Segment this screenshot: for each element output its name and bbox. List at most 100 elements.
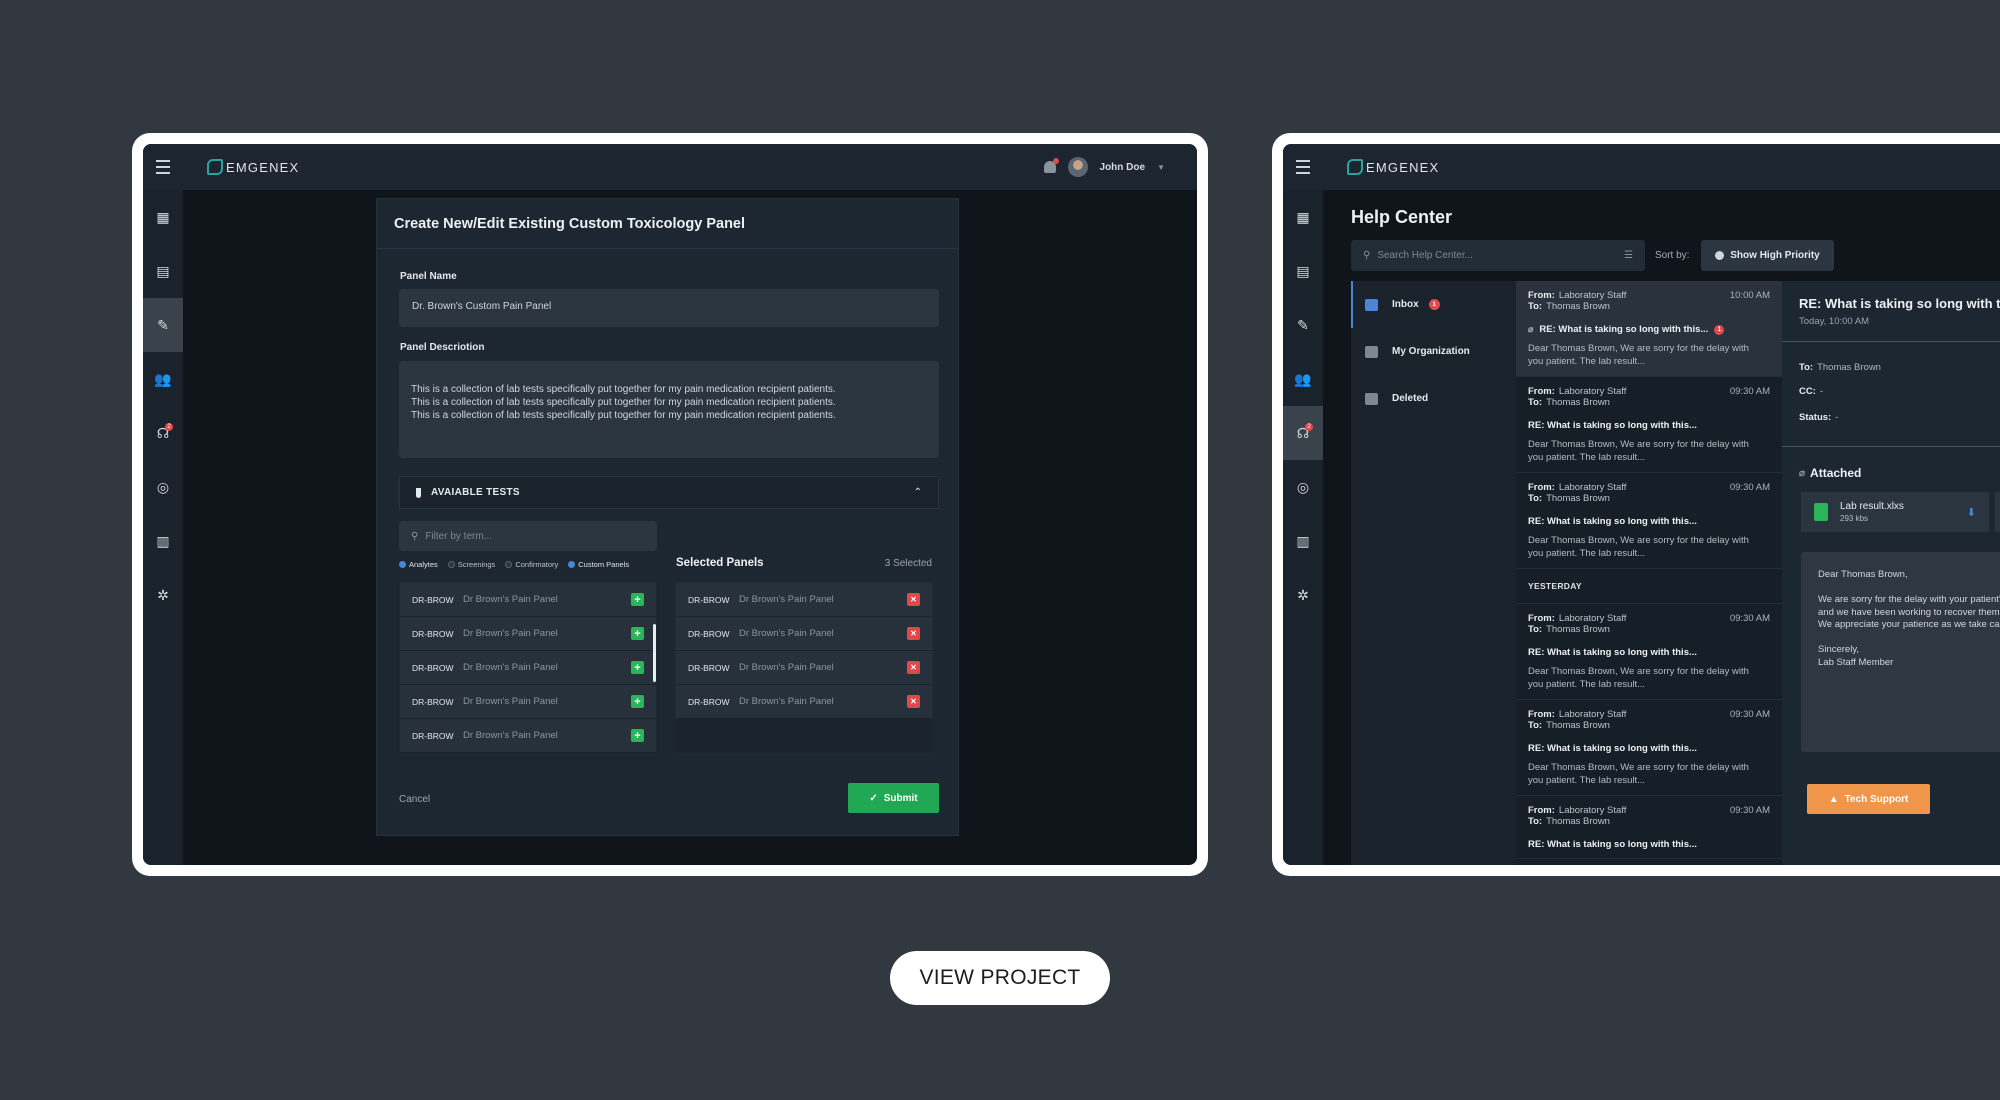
sidebar-item-target[interactable]: ◎	[1283, 460, 1323, 514]
attachment-name: Lab result.xlxs	[1840, 501, 1904, 512]
dashboard-icon: ▦	[156, 209, 170, 225]
available-list-scrollbar[interactable]	[653, 624, 656, 682]
test-code: DR-BROW	[688, 696, 730, 707]
add-test-button[interactable]: +	[631, 593, 644, 606]
message-item[interactable]: From: Laboratory Staff 09:30 AM To: Thomas B…	[1516, 700, 1782, 796]
message-item[interactable]: From: Laboratory Staff 09:30 AM To: Thomas B…	[1516, 796, 1782, 859]
add-test-button[interactable]: +	[631, 729, 644, 742]
panel-name-input[interactable]: Dr. Brown's Custom Pain Panel	[399, 289, 939, 327]
detail-cc: CC: -	[1799, 386, 1824, 397]
clipboard-icon: ▤	[1296, 263, 1310, 279]
remove-panel-button[interactable]: ✕	[907, 661, 920, 674]
submit-button[interactable]: ✓ Submit	[848, 783, 939, 813]
filter-checkbox[interactable]: Screenings	[447, 560, 495, 569]
folder-my-organization[interactable]: My Organization	[1351, 328, 1516, 375]
attachment-size: 293 kbs	[1840, 514, 1869, 523]
sidebar-item-users[interactable]: 👥	[143, 352, 183, 406]
building-icon: ▥	[156, 533, 170, 549]
close-icon: ✕	[910, 595, 917, 604]
add-test-button[interactable]: +	[631, 661, 644, 674]
cancel-button[interactable]: Cancel	[399, 794, 430, 805]
attachment-card[interactable]: Lab result.xlxs 293 kbs ⬇	[1801, 492, 1989, 532]
close-icon: ✕	[910, 697, 917, 706]
add-test-button[interactable]: +	[631, 627, 644, 640]
message-time: 10:00 AM	[1729, 290, 1770, 301]
panel-editor-screen: EMGENEX John Doe ▼ ▦ ▤ ✎ 👥 ☊ 2 ◎ ▥ ✲ Create New/…	[143, 144, 1197, 865]
checkbox-icon[interactable]	[505, 561, 513, 568]
sidebar-item-target[interactable]: ◎	[143, 460, 183, 514]
checkbox-icon[interactable]	[447, 561, 455, 568]
sidebar-item-building[interactable]: ▥	[1283, 514, 1323, 568]
remove-panel-button[interactable]: ✕	[907, 627, 920, 640]
remove-panel-button[interactable]: ✕	[907, 695, 920, 708]
checkbox-label: Analytes	[409, 560, 438, 569]
folder-inbox[interactable]: Inbox 1	[1351, 281, 1516, 328]
tech-support-button[interactable]: ▲ Tech Support	[1807, 784, 1930, 814]
sidebar-item-clipboard[interactable]: ▤	[143, 244, 183, 298]
sidebar-item-building[interactable]: ▥	[143, 514, 183, 568]
notification-badge: 2	[1305, 423, 1313, 431]
menu-button[interactable]	[143, 158, 183, 176]
chevron-up-icon[interactable]: ⌃	[914, 487, 922, 498]
warning-icon: ▲	[1828, 793, 1839, 805]
available-tests-accordion[interactable]: AVAIABLE TESTS ⌃	[399, 476, 939, 509]
filter-checkboxes: Analytes Screenings Confirmatory Custom Pan…	[399, 560, 629, 569]
message-to: To: Thomas Brown	[1528, 397, 1610, 408]
download-icon[interactable]: ⬇	[1967, 506, 1976, 519]
message-item[interactable]: From: Laboratory Staff 09:30 AM To: Thomas B…	[1516, 377, 1782, 473]
priority-label: Show High Priority	[1730, 250, 1820, 261]
help-center-screenshot-frame: EMGENEX ▦ ▤ ✎ 👥 ☊2 ◎ ▥ ✲ Help Center ⚲ ☰ Sort b…	[1272, 133, 2000, 876]
sidebar-item-dashboard[interactable]: ▦	[143, 190, 183, 244]
checkbox-icon[interactable]	[568, 561, 576, 568]
checkbox-icon[interactable]	[399, 561, 406, 568]
user-name[interactable]: John Doe	[1100, 162, 1146, 173]
top-bar: EMGENEX John Doe ▼	[143, 144, 1197, 190]
filter-input[interactable]	[425, 530, 626, 542]
sidebar-item-users[interactable]: 👥	[1283, 352, 1323, 406]
filter-sliders-icon[interactable]: ☰	[1624, 250, 1633, 261]
filter-checkbox[interactable]: Confirmatory	[505, 560, 558, 569]
detail-subject: RE: What is taking so long with this...	[1799, 296, 2000, 311]
message-time: 09:30 AM	[1729, 613, 1770, 624]
test-code: DR-BROW	[412, 628, 454, 639]
message-from: From: Laboratory Staff 10:00 AM	[1528, 290, 1770, 301]
selected-panels-title: Selected Panels	[676, 557, 764, 569]
sidebar-item-clipboard[interactable]: ▤	[1283, 244, 1323, 298]
message-time: 09:30 AM	[1729, 482, 1770, 493]
folder-label: Deleted	[1392, 393, 1429, 404]
attachment-card[interactable]	[1995, 492, 2000, 532]
sidebar: ▦ ▤ ✎ 👥 ☊ 2 ◎ ▥ ✲	[1283, 190, 1323, 865]
settings-icon: ✲	[157, 587, 169, 603]
sidebar-item-headset[interactable]: ☊ 2	[1283, 406, 1323, 460]
test-code: DR-BROW	[412, 730, 454, 741]
spreadsheet-file-icon	[1814, 503, 1828, 521]
sidebar-item-test-tube[interactable]: ✎	[1283, 298, 1323, 352]
filter-checkbox[interactable]: Analytes	[399, 560, 438, 569]
available-test-row: DR-BROW Dr Brown's Pain Panel +	[400, 685, 656, 719]
message-item[interactable]: From: Laboratory Staff 09:30 AM To: Thomas B…	[1516, 473, 1782, 569]
menu-button[interactable]	[1283, 158, 1323, 176]
detail-date: Today, 10:00 AM	[1799, 316, 1870, 327]
available-test-row: DR-BROW Dr Brown's Pain Panel +	[400, 651, 656, 685]
sidebar-item-test-tube[interactable]: ✎	[143, 298, 183, 352]
chevron-down-icon[interactable]: ▼	[1157, 163, 1165, 172]
message-item[interactable]: From: Laboratory Staff 09:30 AM To: Thomas B…	[1516, 604, 1782, 700]
notification-bell-icon[interactable]	[1043, 158, 1059, 173]
panel-description-textarea[interactable]: This is a collection of lab tests specif…	[399, 361, 939, 458]
target-icon: ◎	[156, 479, 170, 495]
filter-checkbox[interactable]: Custom Panels	[568, 560, 629, 569]
add-test-button[interactable]: +	[631, 695, 644, 708]
message-time: 09:30 AM	[1729, 805, 1770, 816]
avatar[interactable]	[1067, 157, 1088, 177]
remove-panel-button[interactable]: ✕	[907, 593, 920, 606]
view-project-button[interactable]: VIEW PROJECT	[890, 951, 1110, 1005]
help-center-screen: EMGENEX ▦ ▤ ✎ 👥 ☊2 ◎ ▥ ✲ Help Center ⚲ ☰ Sort b…	[1283, 144, 2000, 865]
folder-deleted[interactable]: Deleted	[1351, 375, 1516, 422]
show-high-priority-button[interactable]: Show High Priority	[1701, 240, 1834, 271]
message-item[interactable]: From: Laboratory Staff 10:00 AM To: Thomas B…	[1516, 281, 1782, 377]
sidebar-item-headset[interactable]: ☊ 2	[143, 406, 183, 460]
help-search-input[interactable]	[1377, 250, 1618, 261]
sidebar-item-dashboard[interactable]: ▦	[1283, 190, 1323, 244]
sidebar-item-settings[interactable]: ✲	[143, 568, 183, 622]
sidebar-item-settings[interactable]: ✲	[1283, 568, 1323, 622]
